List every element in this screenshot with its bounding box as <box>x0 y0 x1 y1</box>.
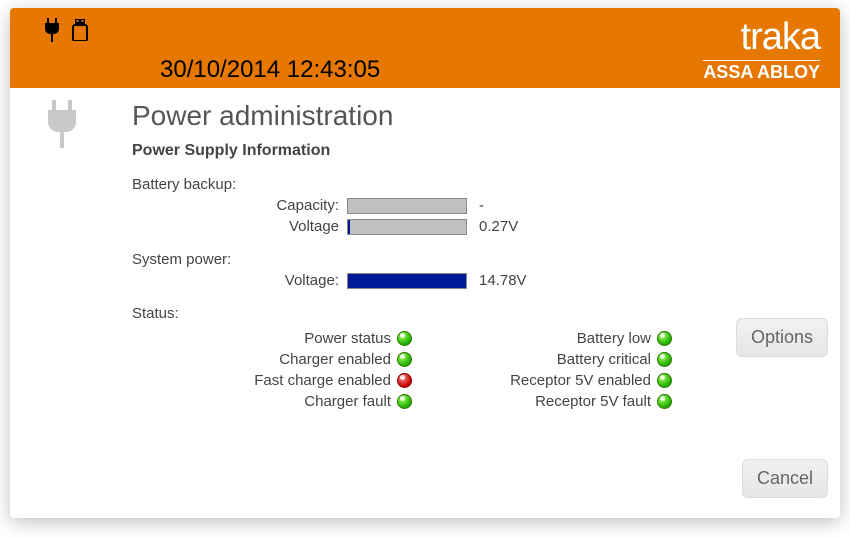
receptor5v-enabled-label: Receptor 5V enabled <box>510 372 651 389</box>
battery-backup-label: Battery backup: <box>132 176 818 193</box>
battery-capacity-row: Capacity: - <box>32 197 818 214</box>
led-icon <box>397 331 412 346</box>
status-grid: Power status Charger enabled Fast charge… <box>132 330 818 410</box>
content-area: Power administration Power Supply Inform… <box>10 88 840 420</box>
battery-voltage-label: Voltage <box>32 218 347 235</box>
status-icons <box>42 18 88 42</box>
battery-voltage-bar-fill <box>348 220 350 234</box>
led-icon <box>657 373 672 388</box>
header-bar: 30/10/2014 12:43:05 traka ASSA ABLOY <box>10 8 840 88</box>
app-window: 30/10/2014 12:43:05 traka ASSA ABLOY Pow… <box>10 8 840 518</box>
status-battery-low: Battery low <box>412 330 672 347</box>
system-voltage-value: 14.78V <box>479 272 527 289</box>
battery-critical-label: Battery critical <box>557 351 651 368</box>
status-receptor5v-fault: Receptor 5V fault <box>412 393 672 410</box>
status-charger-enabled: Charger enabled <box>132 351 412 368</box>
system-voltage-row: Voltage: 14.78V <box>32 272 818 289</box>
page-title: Power administration <box>132 100 818 132</box>
capacity-value: - <box>479 197 484 214</box>
system-voltage-bar <box>347 273 467 289</box>
brand-block: traka ASSA ABLOY <box>703 18 820 81</box>
usb-icon <box>72 19 88 41</box>
led-icon <box>657 331 672 346</box>
battery-voltage-value: 0.27V <box>479 218 518 235</box>
led-icon <box>397 373 412 388</box>
brand-sub: ASSA ABLOY <box>703 63 820 81</box>
status-col-right: Battery low Battery critical Receptor 5V… <box>412 330 672 410</box>
system-voltage-bar-fill <box>348 274 466 288</box>
status-label: Status: <box>132 305 818 322</box>
battery-voltage-bar <box>347 219 467 235</box>
system-power-label: System power: <box>132 251 818 268</box>
system-voltage-label: Voltage: <box>32 272 347 289</box>
battery-voltage-row: Voltage 0.27V <box>32 218 818 235</box>
status-col-left: Power status Charger enabled Fast charge… <box>132 330 412 410</box>
receptor5v-fault-label: Receptor 5V fault <box>535 393 651 410</box>
battery-low-label: Battery low <box>577 330 651 347</box>
cancel-button[interactable]: Cancel <box>742 459 828 498</box>
fast-charge-enabled-label: Fast charge enabled <box>254 372 391 389</box>
led-icon <box>657 394 672 409</box>
status-battery-critical: Battery critical <box>412 351 672 368</box>
status-power-status: Power status <box>132 330 412 347</box>
plug-icon <box>42 100 82 153</box>
brand-name: traka <box>703 18 820 56</box>
status-fast-charge-enabled: Fast charge enabled <box>132 372 412 389</box>
status-receptor5v-enabled: Receptor 5V enabled <box>412 372 672 389</box>
led-icon <box>397 352 412 367</box>
capacity-label: Capacity: <box>32 197 347 214</box>
power-status-label: Power status <box>304 330 391 347</box>
brand-divider <box>703 60 820 61</box>
datetime-display: 30/10/2014 12:43:05 <box>160 56 380 84</box>
status-charger-fault: Charger fault <box>132 393 412 410</box>
options-button[interactable]: Options <box>736 318 828 357</box>
section-title: Power Supply Information <box>132 142 818 160</box>
charger-enabled-label: Charger enabled <box>279 351 391 368</box>
charger-fault-label: Charger fault <box>304 393 391 410</box>
led-icon <box>397 394 412 409</box>
power-plug-icon <box>42 18 62 42</box>
capacity-bar <box>347 198 467 214</box>
led-icon <box>657 352 672 367</box>
